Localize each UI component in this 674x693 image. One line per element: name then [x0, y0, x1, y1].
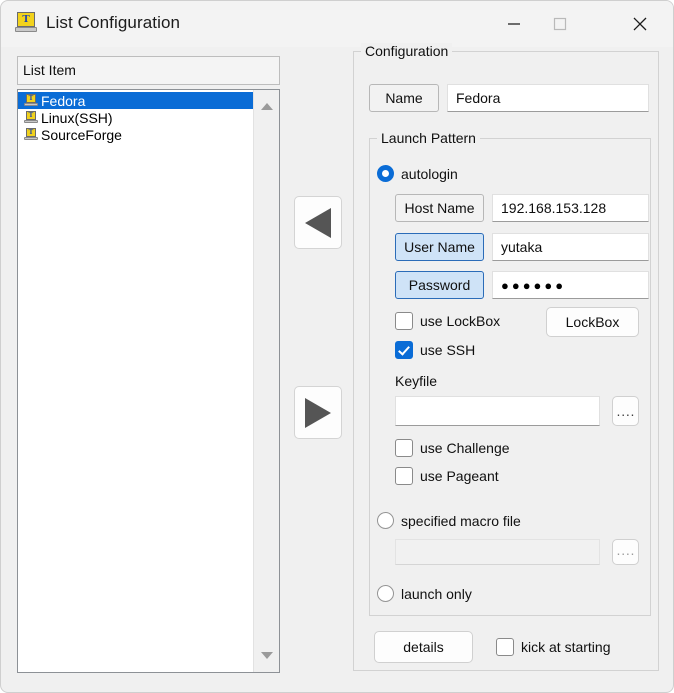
name-input[interactable]: Fedora	[447, 84, 649, 112]
triangle-left-icon	[305, 207, 331, 238]
checkbox-use-lockbox-indicator	[395, 312, 413, 330]
checkbox-kick-at-starting[interactable]: kick at starting	[496, 638, 610, 656]
checkbox-use-ssh[interactable]: use SSH	[395, 341, 475, 359]
checkbox-use-pageant[interactable]: use Pageant	[395, 467, 499, 485]
radio-specified-macro-file[interactable]: specified macro file	[377, 512, 521, 529]
password-masked-value: ●●●●●●	[501, 277, 567, 293]
list-item-label: Linux(SSH)	[41, 109, 113, 126]
title-bar: T List Configuration	[1, 1, 673, 47]
teraterm-icon-letter: T	[26, 128, 36, 137]
window-title: List Configuration	[46, 13, 181, 32]
checkbox-use-challenge-label: use Challenge	[420, 440, 510, 456]
host-name-label-button[interactable]: Host Name	[395, 194, 484, 222]
move-right-button[interactable]	[294, 386, 342, 439]
list-header-label: List Item	[23, 62, 76, 78]
configuration-group-title: Configuration	[361, 43, 453, 59]
checkbox-use-ssh-label: use SSH	[420, 342, 476, 358]
user-name-input[interactable]: yutaka	[492, 233, 649, 261]
minimize-icon	[508, 23, 520, 25]
teraterm-icon: T	[15, 12, 37, 34]
list-item[interactable]: T Linux(SSH)	[18, 109, 254, 126]
list-scrollbar[interactable]	[253, 90, 279, 672]
checkbox-use-lockbox-label: use LockBox	[420, 313, 501, 329]
teraterm-icon-letter: T	[26, 94, 36, 103]
list-item-label: SourceForge	[41, 126, 122, 143]
teraterm-icon: T	[24, 128, 38, 141]
teraterm-icon-base	[24, 137, 38, 140]
teraterm-icon-base	[24, 120, 38, 123]
teraterm-icon-base	[15, 27, 37, 32]
triangle-down-icon	[260, 652, 273, 659]
password-input[interactable]: ●●●●●●	[492, 271, 649, 299]
teraterm-icon: T	[24, 94, 38, 107]
name-label-button[interactable]: Name	[369, 84, 439, 112]
radio-autologin-indicator	[377, 165, 394, 182]
checkbox-use-pageant-label: use Pageant	[420, 468, 499, 484]
password-label-button[interactable]: Password	[395, 271, 484, 299]
checkbox-use-challenge-indicator	[395, 439, 413, 457]
list-item-label: Fedora	[41, 92, 86, 109]
checkbox-use-lockbox[interactable]: use LockBox	[395, 312, 500, 330]
list-item[interactable]: T SourceForge	[18, 126, 254, 143]
radio-specified-macro-file-label: specified macro file	[401, 512, 521, 529]
close-icon	[633, 17, 647, 31]
radio-launch-only[interactable]: launch only	[377, 585, 472, 602]
list-configuration-window: T List Configuration List Item T Fedora …	[0, 0, 674, 693]
triangle-right-icon	[305, 397, 331, 428]
keyfile-label: Keyfile	[395, 373, 438, 389]
list-items-container: T Fedora T Linux(SSH) T SourceForge	[18, 92, 254, 143]
list-header: List Item	[17, 56, 280, 85]
radio-launch-only-indicator	[377, 585, 394, 602]
teraterm-icon-letter: T	[17, 12, 35, 27]
list-item[interactable]: T Fedora	[18, 92, 254, 109]
checkbox-kick-at-starting-label: kick at starting	[521, 639, 611, 655]
radio-specified-macro-file-indicator	[377, 512, 394, 529]
macro-file-input[interactable]	[395, 539, 600, 565]
close-button[interactable]	[617, 1, 663, 47]
scroll-up-button[interactable]	[254, 94, 279, 119]
maximize-button[interactable]	[537, 1, 583, 47]
checkbox-use-ssh-indicator	[395, 341, 413, 359]
minimize-button[interactable]	[491, 1, 537, 47]
lockbox-button[interactable]: LockBox	[546, 307, 639, 337]
checkbox-use-challenge[interactable]: use Challenge	[395, 439, 510, 457]
launch-pattern-group-title: Launch Pattern	[377, 130, 480, 146]
keyfile-browse-button[interactable]: ····	[612, 396, 639, 426]
radio-launch-only-label: launch only	[401, 585, 472, 602]
maximize-icon	[553, 17, 567, 31]
move-left-button[interactable]	[294, 196, 342, 249]
teraterm-icon-letter: T	[26, 111, 36, 120]
teraterm-icon-base	[24, 103, 38, 106]
details-button[interactable]: details	[374, 631, 473, 663]
radio-autologin[interactable]: autologin	[377, 165, 458, 182]
host-name-input[interactable]: 192.168.153.128	[492, 194, 649, 222]
checkbox-use-pageant-indicator	[395, 467, 413, 485]
user-name-label-button[interactable]: User Name	[395, 233, 484, 261]
radio-autologin-label: autologin	[401, 165, 458, 182]
keyfile-input[interactable]	[395, 396, 600, 426]
macro-file-browse-button[interactable]: ····	[612, 539, 639, 565]
scroll-down-button[interactable]	[254, 643, 279, 668]
triangle-up-icon	[260, 103, 273, 110]
teraterm-icon: T	[24, 111, 38, 124]
item-listbox[interactable]: T Fedora T Linux(SSH) T SourceForge	[17, 89, 280, 673]
checkbox-kick-at-starting-indicator	[496, 638, 514, 656]
